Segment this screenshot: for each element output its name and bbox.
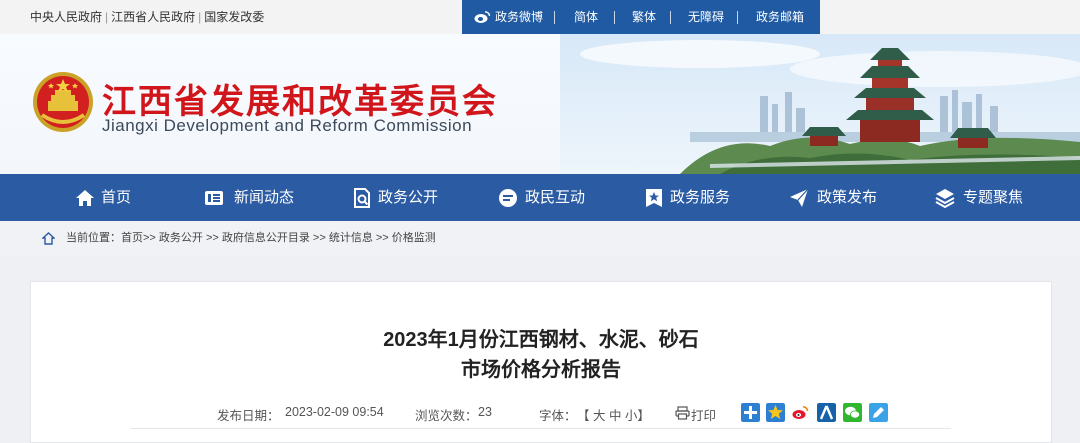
nav-policy-label: 政策发布 bbox=[817, 189, 878, 206]
breadcrumb-path[interactable]: 首页>> 政务公开 >> 政府信息公开目录 >> 统计信息 >> 价格监测 bbox=[121, 232, 436, 244]
share-renren-icon[interactable] bbox=[817, 403, 836, 422]
site-banner: 江西省发展和改革委员会 Jiangxi Development and Refo… bbox=[0, 34, 1080, 174]
chat-icon bbox=[499, 189, 517, 207]
nav-services-label: 政务服务 bbox=[670, 189, 731, 206]
top-links: 中央人民政府 | 江西省人民政府 | 国家发改委 bbox=[30, 10, 265, 24]
views-label: 浏览次数： bbox=[415, 409, 478, 423]
weibo-icon bbox=[474, 11, 491, 23]
bookmark-star-icon bbox=[646, 189, 662, 207]
mailbox-link[interactable]: 政务邮箱 bbox=[756, 0, 804, 34]
nav-topics-label: 专题聚焦 bbox=[963, 189, 1024, 206]
breadcrumb-prefix: 当前位置： bbox=[66, 232, 121, 244]
nav-public-affairs-label: 政务公开 bbox=[378, 189, 439, 206]
printer-icon bbox=[675, 406, 690, 420]
home-icon[interactable] bbox=[42, 232, 55, 245]
article-title-line2: 市场价格分析报告 bbox=[461, 359, 621, 381]
nav-news-label: 新闻动态 bbox=[234, 189, 295, 206]
share-weibo-icon[interactable] bbox=[791, 403, 810, 422]
paper-plane-icon bbox=[790, 188, 809, 207]
news-icon bbox=[205, 191, 223, 205]
link-central-gov[interactable]: 中央人民政府 bbox=[30, 10, 102, 24]
share-wechat-icon[interactable] bbox=[843, 403, 862, 422]
article-title-line1: 2023年1月份江西钢材、水泥、砂石 bbox=[383, 329, 699, 351]
article-card: 2023年1月份江西钢材、水泥、砂石 市场价格分析报告 发布日期： 2023-0… bbox=[30, 281, 1052, 443]
main-nav: 首页 新闻动态 政务公开 政民互动 政务服务 政策发布 专题聚焦 bbox=[0, 174, 1080, 221]
nav-home-label: 首页 bbox=[101, 189, 132, 206]
divider bbox=[131, 428, 951, 429]
simplified-link[interactable]: 简体 bbox=[574, 0, 598, 34]
font-size-options[interactable]: 【 大 中 小】 bbox=[577, 405, 650, 424]
top-menu: 政务微博 简体 繁体 无障碍 政务邮箱 bbox=[462, 0, 820, 34]
share-plus-icon[interactable] bbox=[741, 403, 760, 422]
document-search-icon bbox=[354, 188, 370, 208]
traditional-link[interactable]: 繁体 bbox=[632, 0, 656, 34]
layers-icon bbox=[935, 189, 955, 208]
publish-date-value: 2023-02-09 09:54 bbox=[285, 405, 384, 419]
breadcrumb: 当前位置：首页>> 政务公开 >> 政府信息公开目录 >> 统计信息 >> 价格… bbox=[0, 221, 1080, 255]
weibo-label: 政务微博 bbox=[495, 10, 544, 24]
breadcrumb-text: 当前位置：首页>> 政务公开 >> 政府信息公开目录 >> 统计信息 >> 价格… bbox=[66, 221, 436, 255]
nav-interaction-label: 政民互动 bbox=[525, 189, 586, 206]
share-edit-icon[interactable] bbox=[869, 403, 888, 422]
views-value: 23 bbox=[478, 405, 492, 419]
top-bar: 中央人民政府 | 江西省人民政府 | 国家发改委 政务微博 简体 繁体 无障碍 政务邮箱 bbox=[0, 0, 1080, 34]
tengwang-pavilion-banner-image bbox=[560, 34, 1080, 174]
link-ndrc[interactable]: 国家发改委 bbox=[204, 10, 264, 24]
national-emblem-icon[interactable] bbox=[32, 71, 94, 133]
link-jiangxi-gov[interactable]: 江西省人民政府 bbox=[111, 10, 195, 24]
accessibility-link[interactable]: 无障碍 bbox=[688, 0, 724, 34]
home-icon bbox=[76, 190, 94, 206]
share-qzone-icon[interactable] bbox=[766, 403, 785, 422]
font-size-label: 字体： bbox=[539, 409, 577, 423]
publish-date-label: 发布日期： bbox=[217, 409, 280, 423]
site-subtitle: Jiangxi Development and Reform Commissio… bbox=[102, 116, 473, 135]
print-label: 打印 bbox=[691, 409, 717, 423]
